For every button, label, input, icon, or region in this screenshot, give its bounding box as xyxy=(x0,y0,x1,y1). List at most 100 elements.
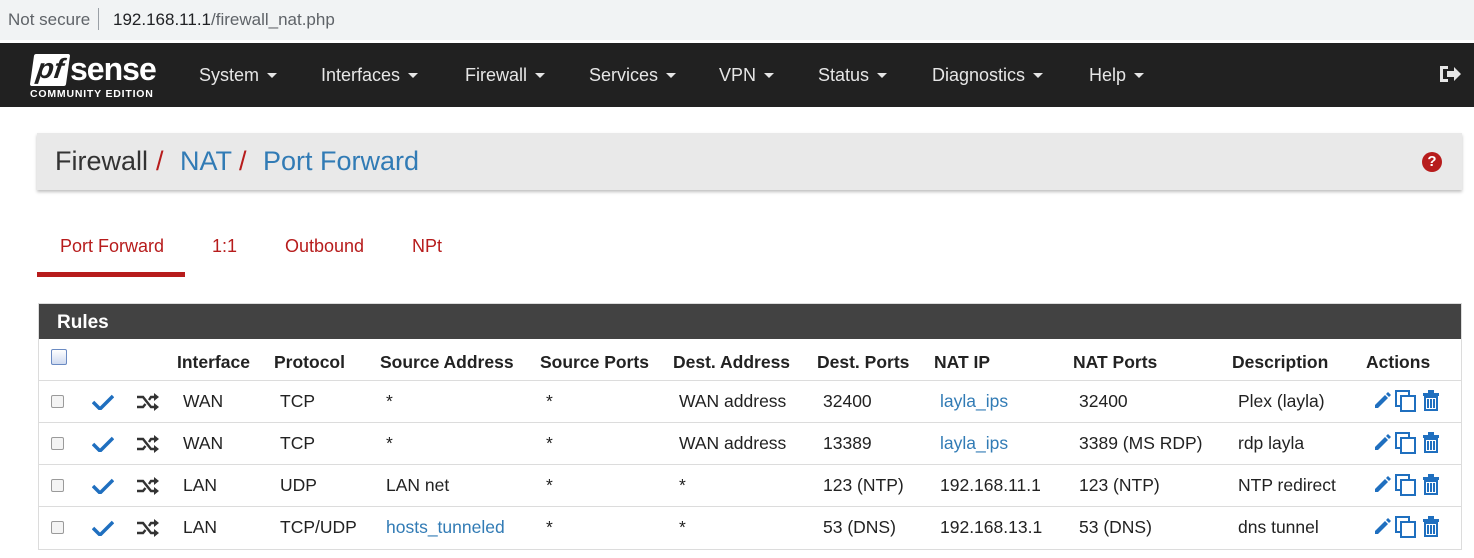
breadcrumb-nat-link[interactable]: NAT xyxy=(180,146,232,177)
row-checkbox[interactable] xyxy=(51,479,64,492)
row-source-ports: * xyxy=(546,517,553,537)
row-dest-ports: 123 (NTP) xyxy=(823,475,904,495)
menu-system[interactable]: System xyxy=(199,43,278,107)
row-dest-ports: 53 (DNS) xyxy=(823,517,896,537)
row-description: NTP redirect xyxy=(1238,475,1336,495)
menu-vpn[interactable]: VPN xyxy=(719,43,775,107)
row-interface: LAN xyxy=(183,475,218,495)
check-icon[interactable] xyxy=(92,478,114,494)
menu-status[interactable]: Status xyxy=(818,43,888,107)
row-dest-address: * xyxy=(679,517,686,537)
shuffle-icon xyxy=(137,393,159,411)
caret-down-icon xyxy=(535,72,546,78)
caret-down-icon xyxy=(1033,72,1044,78)
menu-help[interactable]: Help xyxy=(1089,43,1145,107)
breadcrumb-port-forward-link[interactable]: Port Forward xyxy=(263,146,419,177)
row-interface: LAN xyxy=(183,517,218,537)
table-row[interactable]: LAN UDP LAN net * * 123 (NTP) 192.168.11… xyxy=(39,464,1461,506)
tab-port-forward[interactable]: Port Forward xyxy=(60,236,164,257)
copy-icon[interactable] xyxy=(1395,432,1417,454)
pencil-icon[interactable] xyxy=(1372,517,1392,537)
menu-label: Services xyxy=(589,65,659,85)
caret-down-icon xyxy=(764,72,775,78)
tab-npt[interactable]: NPt xyxy=(412,236,442,257)
col-description[interactable]: Description xyxy=(1232,352,1328,373)
tab-one-to-one[interactable]: 1:1 xyxy=(212,236,237,257)
row-checkbox[interactable] xyxy=(51,521,64,534)
trash-icon[interactable] xyxy=(1422,474,1440,495)
url-host: 192.168.11.1 xyxy=(113,10,211,29)
menu-diagnostics[interactable]: Diagnostics xyxy=(932,43,1044,107)
col-interface[interactable]: Interface xyxy=(177,352,250,373)
breadcrumb-separator: / xyxy=(239,146,247,176)
row-protocol: UDP xyxy=(280,475,317,495)
row-description: dns tunnel xyxy=(1238,517,1319,537)
col-dest-ports[interactable]: Dest. Ports xyxy=(817,352,909,373)
row-dest-address: * xyxy=(679,475,686,495)
browser-address-bar[interactable]: Not secure 192.168.11.1/firewall_nat.php xyxy=(0,0,1474,40)
shuffle-icon xyxy=(137,519,159,537)
row-source-address: LAN net xyxy=(386,475,450,495)
row-checkbox[interactable] xyxy=(51,395,64,408)
help-icon[interactable]: ? xyxy=(1422,152,1442,172)
check-icon[interactable] xyxy=(92,394,114,410)
url-text[interactable]: 192.168.11.1/firewall_nat.php xyxy=(113,10,335,30)
caret-down-icon xyxy=(877,72,888,78)
pencil-icon[interactable] xyxy=(1372,391,1392,411)
pencil-icon[interactable] xyxy=(1372,475,1392,495)
menu-interfaces[interactable]: Interfaces xyxy=(321,43,419,107)
row-nat-ip: 192.168.11.1 xyxy=(940,475,1041,495)
col-source-address[interactable]: Source Address xyxy=(380,352,514,373)
pencil-icon[interactable] xyxy=(1372,433,1392,453)
check-icon[interactable] xyxy=(92,520,114,536)
rules-panel-title: Rules xyxy=(39,304,1461,339)
tab-outbound[interactable]: Outbound xyxy=(285,236,364,257)
col-dest-address[interactable]: Dest. Address xyxy=(673,352,790,373)
pfsense-logo[interactable]: pf sense COMMUNITY EDITION xyxy=(29,51,170,101)
row-protocol: TCP/UDP xyxy=(280,517,357,537)
row-protocol: TCP xyxy=(280,391,315,411)
row-nat-ip: 192.168.13.1 xyxy=(940,517,1043,537)
row-interface: WAN xyxy=(183,433,224,453)
row-source-ports: * xyxy=(546,391,553,411)
menu-label: Status xyxy=(818,65,870,85)
row-nat-ports: 32400 xyxy=(1079,391,1128,411)
row-nat-ports: 3389 (MS RDP) xyxy=(1079,433,1203,453)
copy-icon[interactable] xyxy=(1395,474,1417,496)
row-source-address-link[interactable]: hosts_tunneled xyxy=(386,517,505,538)
menu-services[interactable]: Services xyxy=(589,43,677,107)
trash-icon[interactable] xyxy=(1422,516,1440,537)
select-all-checkbox[interactable] xyxy=(51,349,67,365)
row-source-address: * xyxy=(386,433,393,453)
security-indicator[interactable]: Not secure xyxy=(8,10,90,30)
row-nat-ip-link[interactable]: layla_ips xyxy=(940,433,1008,454)
menu-label: Diagnostics xyxy=(932,65,1026,85)
row-dest-address: WAN address xyxy=(679,391,787,411)
sign-out-icon[interactable] xyxy=(1438,63,1462,85)
logo-edition: COMMUNITY EDITION xyxy=(30,88,154,100)
table-row[interactable]: LAN TCP/UDP hosts_tunneled * * 53 (DNS) … xyxy=(39,506,1461,548)
breadcrumb: Firewall / NAT / Port Forward ? xyxy=(37,133,1462,190)
col-protocol[interactable]: Protocol xyxy=(274,352,345,373)
copy-icon[interactable] xyxy=(1395,390,1417,412)
shuffle-icon xyxy=(137,477,159,495)
col-source-ports[interactable]: Source Ports xyxy=(540,352,649,373)
table-row[interactable]: WAN TCP * * WAN address 13389 layla_ips … xyxy=(39,422,1461,464)
row-nat-ip-link[interactable]: layla_ips xyxy=(940,391,1008,412)
row-dest-ports: 32400 xyxy=(823,391,872,411)
row-checkbox[interactable] xyxy=(51,437,64,450)
caret-down-icon xyxy=(267,72,278,78)
shuffle-icon xyxy=(137,435,159,453)
col-nat-ports[interactable]: NAT Ports xyxy=(1073,352,1157,373)
table-row[interactable]: WAN TCP * * WAN address 32400 layla_ips … xyxy=(39,380,1461,422)
col-nat-ip[interactable]: NAT IP xyxy=(934,352,990,373)
check-icon[interactable] xyxy=(92,436,114,452)
url-path: /firewall_nat.php xyxy=(211,10,335,29)
trash-icon[interactable] xyxy=(1422,390,1440,411)
menu-label: Interfaces xyxy=(321,65,401,85)
menu-firewall[interactable]: Firewall xyxy=(465,43,546,107)
rules-panel: Rules Interface Protocol Source Address … xyxy=(38,303,1462,550)
trash-icon[interactable] xyxy=(1422,432,1440,453)
menu-label: Help xyxy=(1089,65,1127,85)
copy-icon[interactable] xyxy=(1395,516,1417,538)
